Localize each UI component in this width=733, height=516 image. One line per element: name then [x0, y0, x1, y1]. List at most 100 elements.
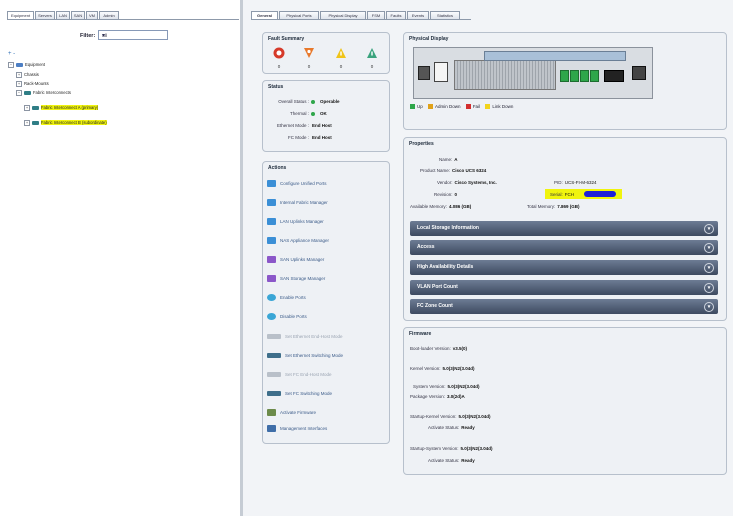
tab-fsm[interactable]: FSM	[367, 11, 385, 19]
set-ethernet-end-host-mode-action[interactable]: Set Ethernet End-Host Mode	[267, 333, 343, 341]
fc-zone-count-section[interactable]: FC Zone Count ▾	[410, 299, 718, 314]
san-storage-manager-action[interactable]: SAN Storage Manager	[267, 275, 325, 283]
nav-tab-servers[interactable]: Servers	[35, 11, 55, 19]
tree-item-label: Chassis	[24, 72, 39, 77]
chevron-down-icon: ▾	[102, 33, 106, 39]
warning-fault-icon[interactable]	[366, 47, 378, 59]
expand-section-icon[interactable]: ▾	[704, 302, 714, 312]
nav-tab-admin[interactable]: Admin	[99, 11, 119, 19]
expand-section-icon[interactable]: ▾	[704, 263, 714, 273]
ports-icon	[267, 180, 276, 188]
tree-item-label: Equipment	[25, 62, 46, 67]
usb-port-icon[interactable]	[434, 62, 448, 82]
nav-tab-equipment[interactable]: Equipment	[7, 11, 34, 19]
redaction-mark	[584, 191, 616, 197]
set-fc-end-host-mode-action[interactable]: Set FC End-Host Mode	[267, 371, 332, 379]
pid-value: UCS-FI-M-6324	[564, 180, 597, 185]
vlan-port-count-section[interactable]: VLAN Port Count ▾	[410, 280, 718, 295]
expand-section-icon[interactable]: ▾	[704, 243, 714, 253]
firmware-title: Firmware	[409, 331, 432, 337]
boot-loader-value: v3.5(0)	[452, 346, 468, 351]
set-fc-switching-mode-action[interactable]: Set FC Switching Mode	[267, 390, 332, 398]
ventilation-grille	[454, 60, 556, 90]
san-uplinks-icon	[267, 256, 276, 264]
tree-item-fi-a[interactable]: + Fabric Interconnect A (primary)	[24, 104, 99, 111]
sfp-port-icon[interactable]	[590, 70, 599, 82]
san-uplinks-manager-action[interactable]: SAN Uplinks Manager	[267, 256, 324, 264]
sfp-port-icon[interactable]	[560, 70, 569, 82]
filter-label: Filter:	[80, 33, 96, 39]
kernel-version-value: 5.0(3)N2(3.04d)	[442, 366, 475, 371]
collapse-icon[interactable]: −	[8, 61, 14, 68]
expand-icon[interactable]: +	[16, 71, 22, 78]
management-interfaces-action[interactable]: Management Interfaces	[267, 425, 327, 433]
main-tab-divider	[251, 19, 471, 20]
disable-ports-action[interactable]: Disable Ports	[267, 313, 307, 321]
nav-tab-lan[interactable]: LAN	[56, 11, 70, 19]
enable-ports-icon	[267, 294, 276, 302]
actions-title: Actions	[268, 165, 287, 171]
expand-section-icon[interactable]: ▾	[704, 224, 714, 234]
vendor-row: Vendor: Cisco Systems, Inc.	[437, 180, 497, 185]
sfp-port-icon[interactable]	[580, 70, 589, 82]
tab-physical-ports[interactable]: Physical Ports	[279, 11, 319, 19]
revision-value: 0	[454, 192, 458, 197]
sfp-port-icon[interactable]	[570, 70, 579, 82]
legend-link-down-icon	[485, 104, 491, 110]
tree-item-fi-b[interactable]: + Fabric Interconnect B (subordinate)	[24, 119, 107, 126]
console-port-icon[interactable]	[632, 66, 646, 80]
fabric-interconnect-faceplate[interactable]	[413, 47, 653, 99]
tree-item-rack-mounts[interactable]: + Rack-Mounts	[16, 80, 49, 87]
set-ethernet-switching-mode-action[interactable]: Set Ethernet Switching Mode	[267, 352, 343, 360]
navigation-pane: Equipment Servers LAN SAN VM Admin Filte…	[0, 0, 243, 516]
status-ok-icon	[311, 111, 315, 116]
pane-splitter[interactable]	[240, 0, 243, 516]
revision-row: Revision: 0	[434, 192, 458, 197]
legend-fail-icon	[465, 104, 471, 110]
local-storage-section[interactable]: Local Storage Information ▾	[410, 221, 718, 236]
expand-section-icon[interactable]: ▾	[704, 283, 714, 293]
tree-item-label: Rack-Mounts	[24, 81, 49, 86]
enable-ports-action[interactable]: Enable Ports	[267, 294, 306, 302]
tree-item-chassis[interactable]: + Chassis	[16, 71, 39, 78]
filter-select[interactable]: All ▾	[98, 30, 168, 40]
tree-item-fabric-interconnects[interactable]: − Fabric Interconnects	[16, 89, 71, 96]
tab-physical-display[interactable]: Physical Display	[320, 11, 366, 19]
package-version-value: 3.0(2d)A	[447, 394, 465, 399]
minor-fault-icon[interactable]	[335, 47, 347, 59]
high-availability-section[interactable]: High Availability Details ▾	[410, 260, 718, 275]
lan-uplinks-manager-action[interactable]: LAN Uplinks Manager	[267, 218, 324, 226]
pid-row: PID: UCS-FI-M-6324	[554, 180, 597, 185]
configure-unified-ports-action[interactable]: Configure Unified Ports	[267, 180, 327, 188]
boot-loader-row: Boot-loader Version: v3.5(0)	[410, 346, 468, 351]
activate-firmware-action[interactable]: Activate Firmware	[267, 409, 316, 417]
mgmt-port-icon[interactable]	[418, 66, 430, 80]
tab-general[interactable]: General	[251, 11, 278, 19]
management-icon	[267, 425, 276, 433]
kernel-version-row: Kernel Version: 5.0(3)N2(3.04d)	[410, 366, 475, 371]
collapse-icon[interactable]: −	[16, 89, 22, 96]
mode-icon	[267, 372, 281, 378]
available-memory-value: 4.086 (GB)	[448, 204, 472, 209]
expand-icon[interactable]: +	[24, 104, 30, 111]
access-section[interactable]: Access ▾	[410, 240, 718, 255]
tab-events[interactable]: Events	[407, 11, 429, 19]
critical-fault-icon[interactable]	[273, 47, 285, 59]
tree-item-equipment[interactable]: − Equipment	[8, 61, 45, 68]
expand-icon[interactable]: +	[24, 119, 30, 126]
tab-faults[interactable]: Faults	[386, 11, 406, 19]
internal-fabric-manager-action[interactable]: Internal Fabric Manager	[267, 199, 328, 207]
system-version-row: System Version: 5.0(3)N2(3.04d)	[413, 384, 480, 389]
nav-tab-vm[interactable]: VM	[86, 11, 98, 19]
qsfp-port-icon[interactable]	[604, 70, 624, 82]
tree-expand-collapse[interactable]: + -	[8, 51, 33, 59]
ethernet-mode-value: End Host	[312, 123, 332, 128]
fault-summary-title: Fault Summary	[268, 36, 305, 42]
expand-icon[interactable]: +	[16, 80, 22, 87]
legend-admin-down-icon	[428, 104, 434, 110]
nav-tab-san[interactable]: SAN	[71, 11, 85, 19]
nas-appliance-manager-action[interactable]: NAS Appliance Manager	[267, 237, 329, 245]
major-fault-icon[interactable]	[303, 47, 315, 59]
tab-statistics[interactable]: Statistics	[430, 11, 460, 19]
fabric-manager-icon	[267, 199, 276, 207]
